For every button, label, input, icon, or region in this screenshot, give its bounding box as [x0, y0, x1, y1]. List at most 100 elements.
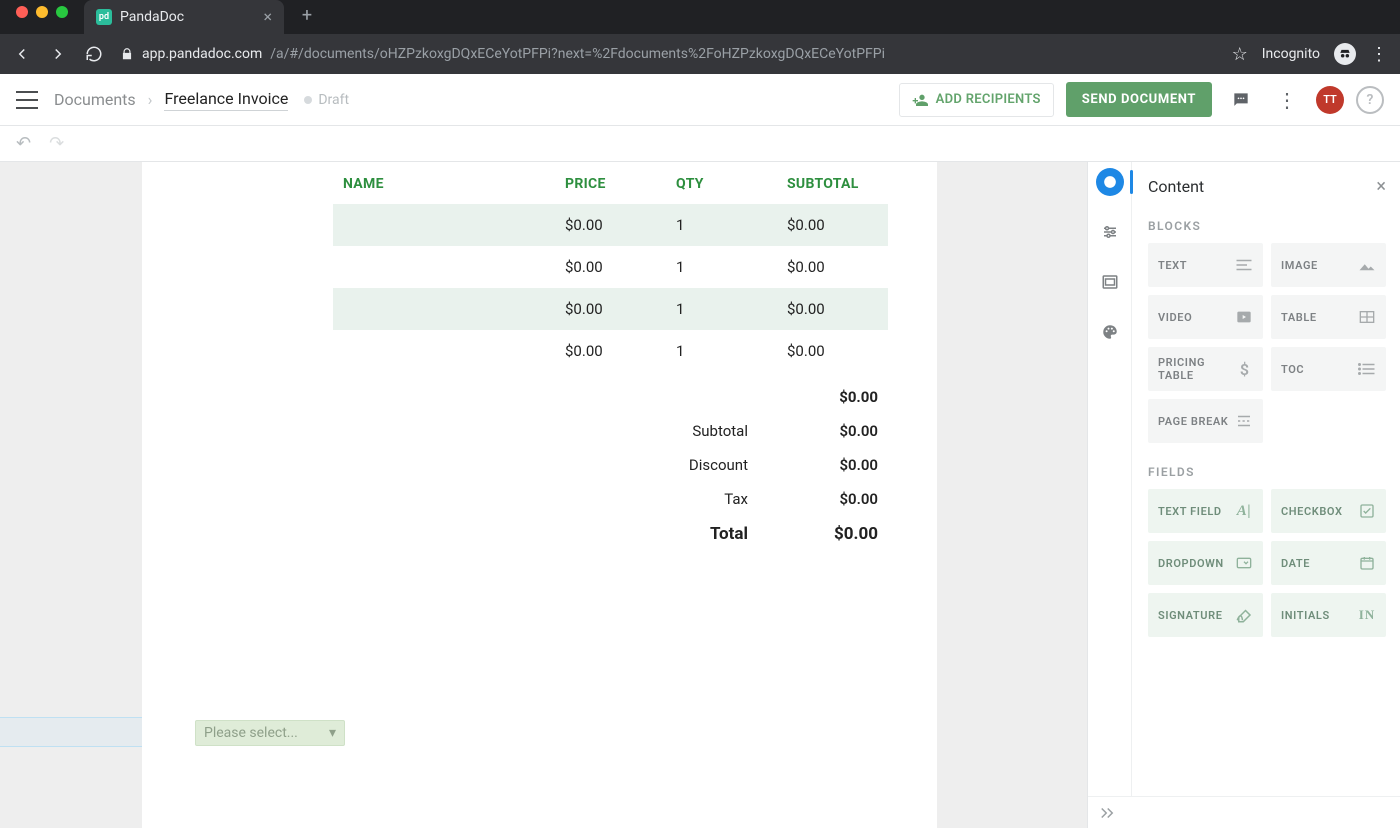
- table-icon: [1358, 308, 1376, 326]
- avatar[interactable]: TT: [1316, 86, 1344, 114]
- initials-icon: IN: [1358, 606, 1376, 624]
- field-date[interactable]: DATE: [1271, 541, 1386, 585]
- block-pricing-table[interactable]: PRICING TABLE$: [1148, 347, 1263, 391]
- panel-collapse-button[interactable]: [1088, 796, 1400, 828]
- cell-price[interactable]: $0.00: [555, 288, 666, 330]
- tab-title: PandaDoc: [120, 9, 184, 25]
- status-badge: Draft: [304, 92, 349, 108]
- cell-name[interactable]: [333, 204, 555, 246]
- cell-subtotal[interactable]: $0.00: [777, 204, 888, 246]
- chevron-down-icon: ▾: [329, 725, 336, 741]
- close-window-icon[interactable]: [16, 6, 28, 18]
- more-options-icon[interactable]: ⋮: [1270, 83, 1304, 117]
- comments-icon[interactable]: [1224, 83, 1258, 117]
- cell-name[interactable]: [333, 246, 555, 288]
- total-label: Total: [710, 524, 748, 544]
- cell-price[interactable]: $0.00: [555, 204, 666, 246]
- image-icon: [1358, 256, 1376, 274]
- cell-qty[interactable]: 1: [666, 246, 777, 288]
- field-signature[interactable]: SIGNATURE: [1148, 593, 1263, 637]
- rail-content-tab[interactable]: [1096, 168, 1124, 196]
- maximize-window-icon[interactable]: [56, 6, 68, 18]
- subtotal-label: Subtotal: [692, 422, 748, 440]
- discount-value: $0.00: [818, 456, 878, 474]
- breadcrumb-root[interactable]: Documents: [54, 90, 136, 109]
- block-page-break[interactable]: PAGE BREAK: [1148, 399, 1263, 443]
- signature-icon: [1235, 606, 1253, 624]
- field-text-field[interactable]: TEXT FIELDA|: [1148, 489, 1263, 533]
- rail-design-tab[interactable]: [1096, 318, 1124, 346]
- col-header-qty: QTY: [666, 162, 777, 204]
- dollar-icon: $: [1237, 360, 1253, 378]
- browser-titlebar: pd PandaDoc × +: [0, 0, 1400, 34]
- document-canvas[interactable]: · · · · · · · · · · PDF page break NAME …: [0, 162, 1087, 828]
- add-recipients-label: ADD RECIPIENTS: [936, 92, 1041, 107]
- pricing-table-block[interactable]: NAME PRICE QTY SUBTOTAL $0.001$0.00$0.00…: [333, 162, 888, 552]
- block-text[interactable]: TEXT: [1148, 243, 1263, 287]
- checkbox-icon: [1358, 502, 1376, 520]
- lock-icon: [120, 47, 134, 61]
- total-value: $0.00: [818, 524, 878, 544]
- rail-variables-tab[interactable]: [1096, 218, 1124, 246]
- chevrons-right-icon: [1098, 806, 1116, 820]
- tax-label: Tax: [724, 490, 748, 508]
- browser-tab[interactable]: pd PandaDoc ×: [84, 0, 284, 34]
- dropdown-field-placeholder[interactable]: Please select... ▾: [195, 720, 345, 746]
- field-checkbox[interactable]: CHECKBOX: [1271, 489, 1386, 533]
- text-field-icon: A|: [1235, 502, 1253, 520]
- list-icon: [1358, 360, 1376, 378]
- close-panel-icon[interactable]: ×: [1376, 176, 1386, 197]
- incognito-icon: [1334, 43, 1356, 65]
- document-title-input[interactable]: Freelance Invoice: [164, 89, 288, 111]
- bookmark-star-icon[interactable]: ☆: [1232, 44, 1248, 65]
- reload-button[interactable]: [84, 44, 104, 64]
- send-document-button[interactable]: SEND DOCUMENT: [1066, 82, 1212, 117]
- url-path: /a/#/documents/oHZPzkoxgDQxECeYotPFPi?ne…: [270, 46, 885, 62]
- cell-qty[interactable]: 1: [666, 288, 777, 330]
- incognito-label: Incognito: [1262, 46, 1320, 62]
- cell-subtotal[interactable]: $0.00: [777, 288, 888, 330]
- add-person-icon: [912, 92, 928, 108]
- blocks-section-label: BLOCKS: [1148, 219, 1386, 233]
- pretotal-value: $0.00: [818, 388, 878, 406]
- block-table[interactable]: TABLE: [1271, 295, 1386, 339]
- table-row[interactable]: $0.001$0.00: [333, 288, 888, 330]
- cell-qty[interactable]: 1: [666, 330, 777, 372]
- minimize-window-icon[interactable]: [36, 6, 48, 18]
- undo-button[interactable]: ↶: [16, 133, 31, 154]
- cell-qty[interactable]: 1: [666, 204, 777, 246]
- back-button[interactable]: [12, 44, 32, 64]
- redo-button[interactable]: ↷: [49, 133, 64, 154]
- cell-name[interactable]: [333, 288, 555, 330]
- cell-name[interactable]: [333, 330, 555, 372]
- page-break-icon: [1235, 412, 1253, 430]
- help-icon[interactable]: ?: [1356, 86, 1384, 114]
- block-toc[interactable]: TOC: [1271, 347, 1386, 391]
- menu-icon[interactable]: [16, 91, 38, 109]
- table-row[interactable]: $0.001$0.00: [333, 330, 888, 372]
- text-lines-icon: [1235, 256, 1253, 274]
- add-recipients-button[interactable]: ADD RECIPIENTS: [899, 83, 1054, 117]
- rail-layout-tab[interactable]: [1096, 268, 1124, 296]
- cell-subtotal[interactable]: $0.00: [777, 246, 888, 288]
- browser-address-bar: app.pandadoc.com/a/#/documents/oHZPzkoxg…: [0, 34, 1400, 74]
- panel-rail: [1088, 162, 1132, 796]
- cell-price[interactable]: $0.00: [555, 246, 666, 288]
- table-row[interactable]: $0.001$0.00: [333, 246, 888, 288]
- block-video[interactable]: VIDEO: [1148, 295, 1263, 339]
- block-image[interactable]: IMAGE: [1271, 243, 1386, 287]
- field-initials[interactable]: INITIALSIN: [1271, 593, 1386, 637]
- new-tab-button[interactable]: +: [294, 2, 320, 28]
- close-tab-icon[interactable]: ×: [263, 9, 272, 25]
- table-row[interactable]: $0.001$0.00: [333, 204, 888, 246]
- cell-subtotal[interactable]: $0.00: [777, 330, 888, 372]
- tax-value: $0.00: [818, 490, 878, 508]
- cell-price[interactable]: $0.00: [555, 330, 666, 372]
- url-field[interactable]: app.pandadoc.com/a/#/documents/oHZPzkoxg…: [120, 46, 1216, 62]
- forward-button[interactable]: [48, 44, 68, 64]
- app-header: Documents › Freelance Invoice Draft ADD …: [0, 74, 1400, 126]
- field-dropdown[interactable]: DROPDOWN: [1148, 541, 1263, 585]
- fields-section-label: FIELDS: [1148, 465, 1386, 479]
- browser-menu-icon[interactable]: ⋮: [1370, 44, 1388, 65]
- col-header-subtotal: SUBTOTAL: [777, 162, 888, 204]
